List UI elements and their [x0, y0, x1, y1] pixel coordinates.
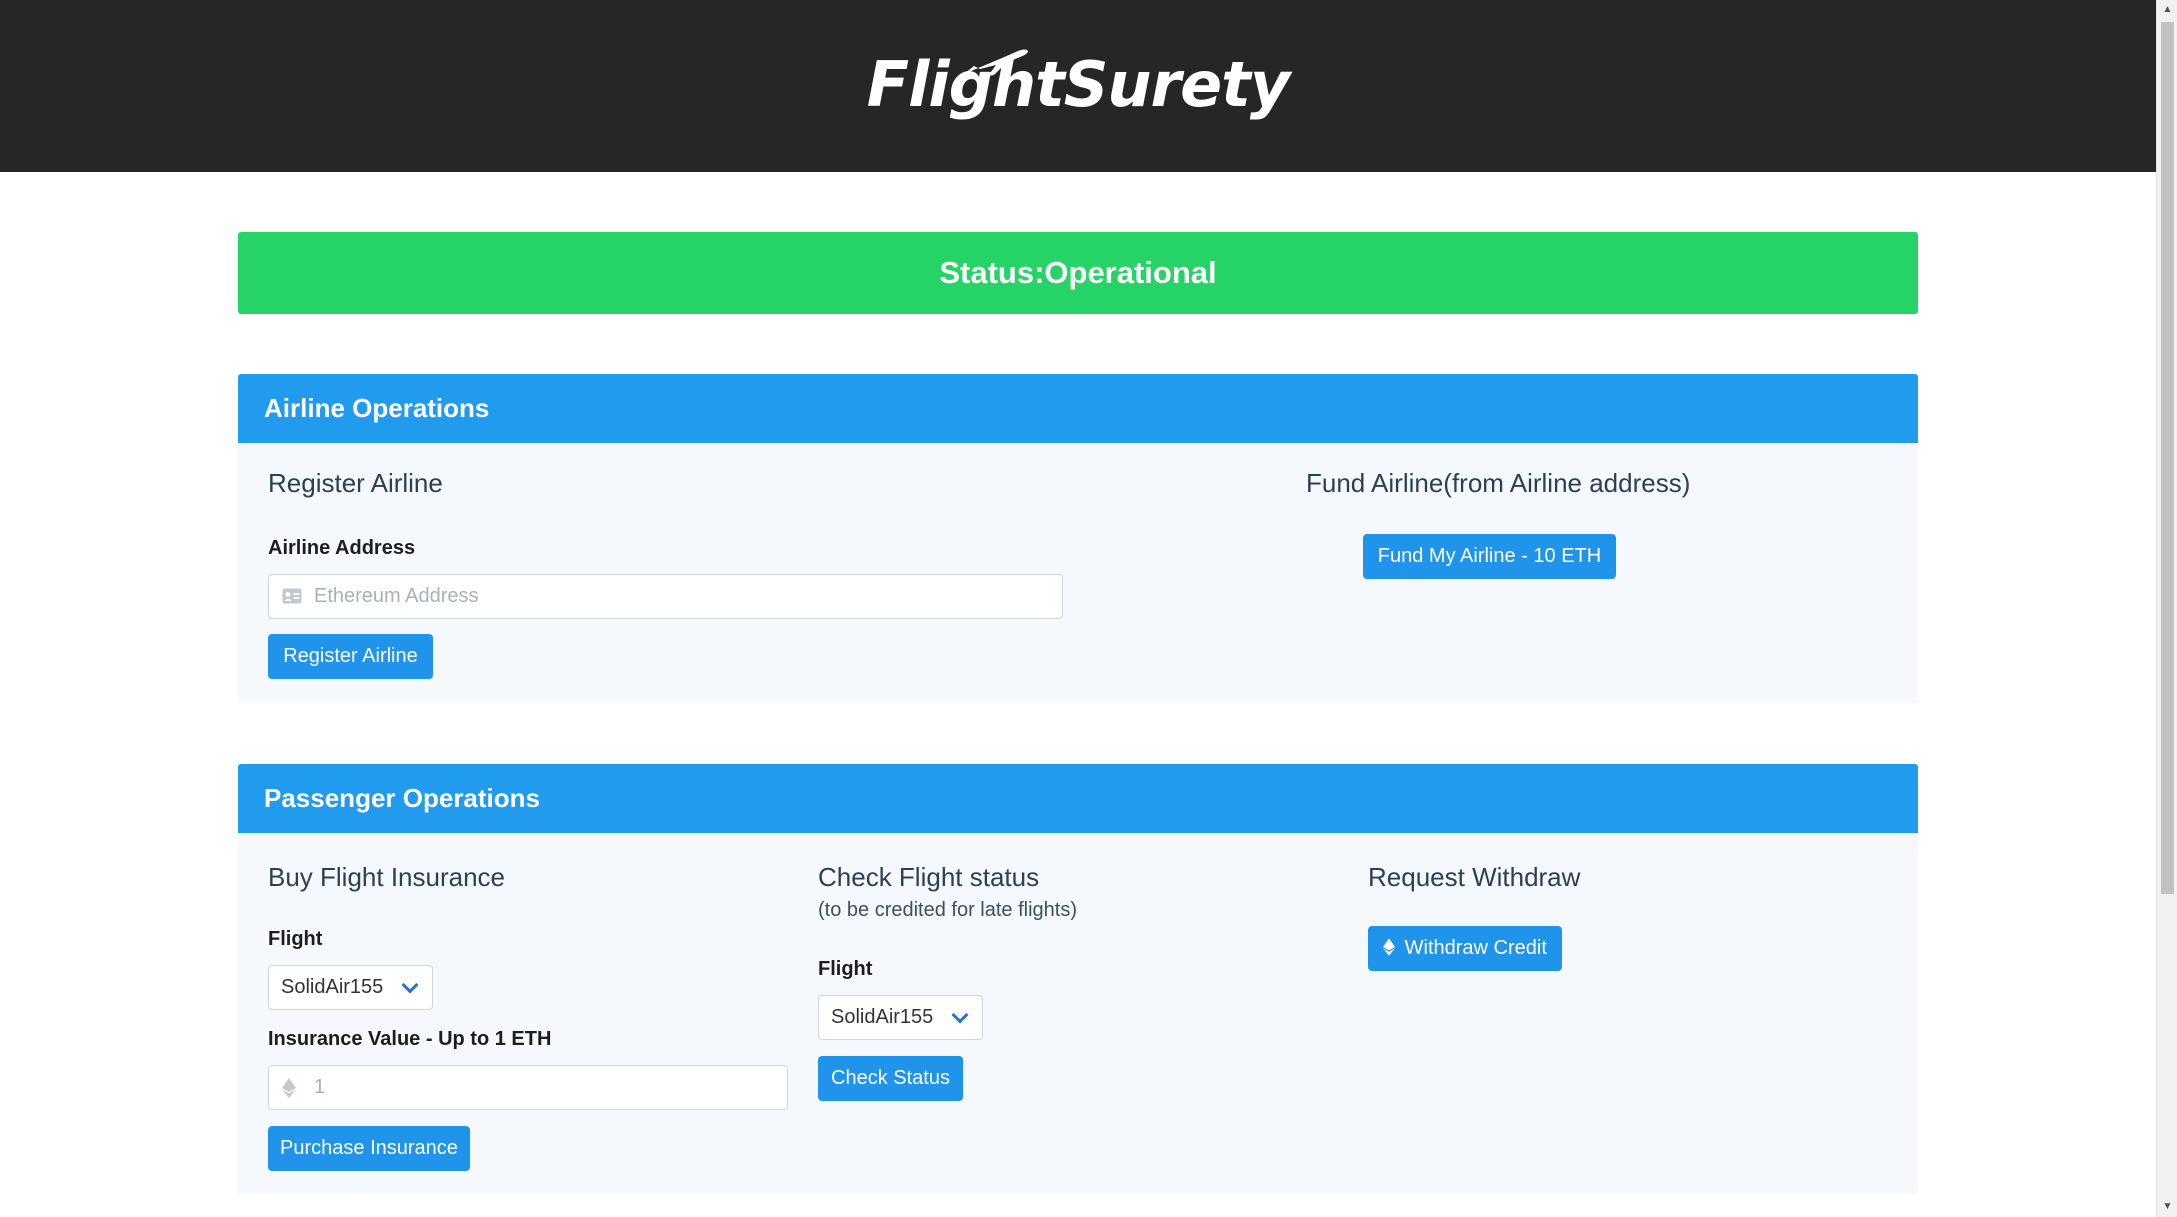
check-flight-select[interactable]: SolidAir155	[818, 995, 983, 1040]
buy-flight-label: Flight	[268, 928, 323, 950]
operational-status-banner: Status:Operational	[238, 232, 1918, 314]
withdraw-credit-label: Withdraw Credit	[1404, 937, 1547, 959]
buy-flight-select[interactable]: SolidAir155	[268, 965, 433, 1010]
app-logo[interactable]: FlightSurety	[0, 40, 2156, 130]
register-airline-title: Register Airline	[268, 468, 443, 498]
page: FlightSurety Status:Operational Airline …	[0, 0, 2156, 1217]
check-status-subtitle: (to be credited for late flights)	[818, 899, 1078, 921]
check-status-title: Check Flight status	[818, 862, 1040, 892]
airline-operations-header: Airline Operations	[238, 374, 1918, 443]
withdraw-credit-button[interactable]: Withdraw Credit	[1368, 926, 1562, 971]
insurance-value-label: Insurance Value - Up to 1 ETH	[268, 1028, 552, 1050]
ethereum-icon	[1383, 938, 1396, 956]
airline-operations-card: Airline Operations Register Airline Airl…	[238, 374, 1918, 703]
id-card-icon	[282, 588, 302, 604]
vertical-scrollbar[interactable]: ▲ ▼	[2156, 0, 2177, 1217]
airline-address-input[interactable]: Ethereum Address	[268, 574, 1063, 619]
airline-address-label: Airline Address	[268, 537, 416, 559]
request-withdraw-title: Request Withdraw	[1368, 862, 1581, 892]
purchase-insurance-button[interactable]: Purchase Insurance	[268, 1126, 470, 1171]
ethereum-icon	[282, 1078, 296, 1098]
buy-insurance-title: Buy Flight Insurance	[268, 862, 506, 892]
passenger-operations-header: Passenger Operations	[238, 764, 1918, 833]
scroll-up-arrow-icon[interactable]: ▲	[2157, 0, 2177, 20]
chevron-down-icon	[951, 1006, 969, 1023]
fund-airline-title: Fund Airline(from Airline address)	[1306, 468, 1691, 498]
buy-flight-selected: SolidAir155	[281, 976, 384, 998]
passenger-operations-card: Passenger Operations Buy Flight Insuranc…	[238, 764, 1918, 1194]
scrollbar-thumb[interactable]	[2161, 22, 2174, 894]
check-flight-selected: SolidAir155	[831, 1006, 934, 1028]
check-status-button[interactable]: Check Status	[818, 1056, 963, 1101]
insurance-value-input[interactable]: 1	[268, 1065, 788, 1110]
insurance-value-text: 1	[314, 1076, 326, 1098]
scroll-down-arrow-icon[interactable]: ▼	[2157, 1197, 2177, 1217]
airline-address-placeholder: Ethereum Address	[314, 585, 479, 607]
register-airline-button[interactable]: Register Airline	[268, 634, 433, 679]
top-navbar: FlightSurety	[0, 0, 2156, 172]
check-flight-label: Flight	[818, 958, 873, 980]
chevron-down-icon	[401, 976, 419, 993]
airplane-icon	[964, 49, 1028, 76]
fund-airline-button[interactable]: Fund My Airline - 10 ETH	[1363, 534, 1616, 579]
